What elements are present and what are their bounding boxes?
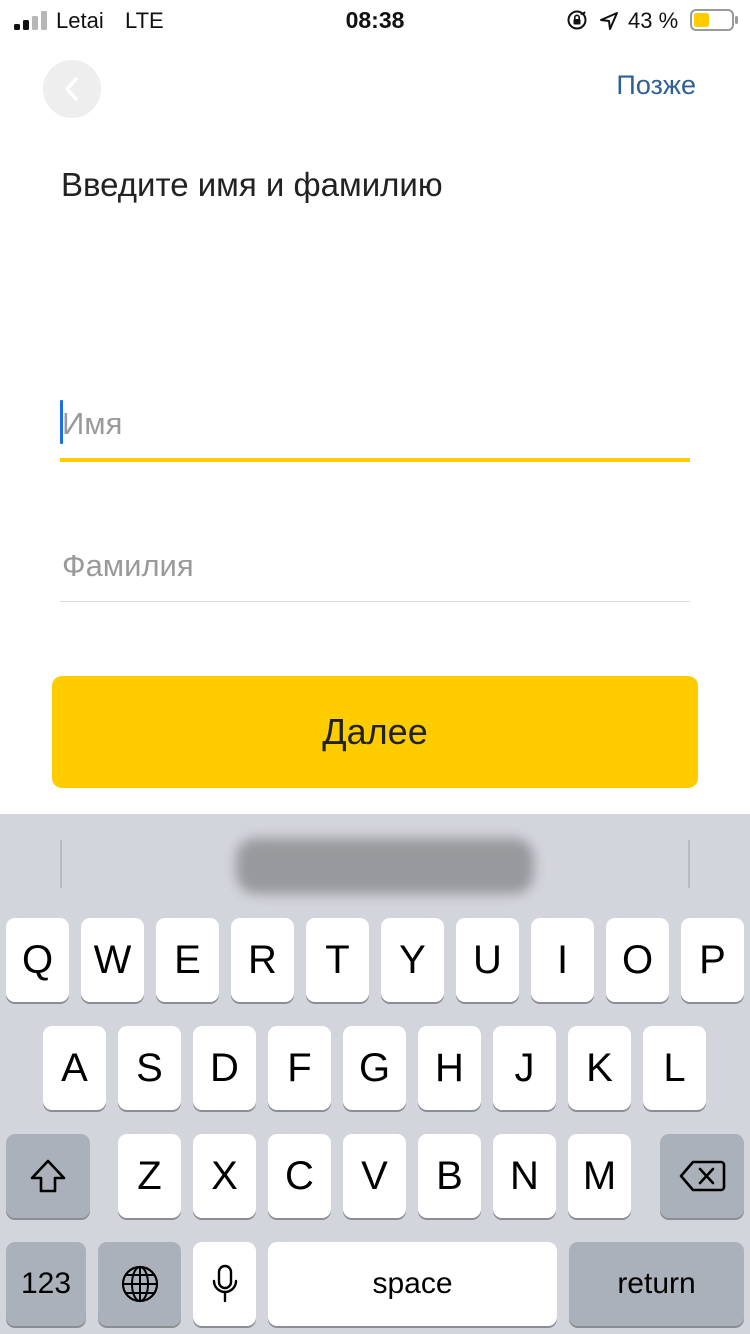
key-g[interactable]: G: [343, 1026, 406, 1110]
back-button[interactable]: [43, 60, 101, 118]
first-name-field-container: [60, 390, 690, 462]
later-button[interactable]: Позже: [616, 70, 696, 101]
key-t[interactable]: T: [306, 918, 369, 1002]
key-k[interactable]: K: [568, 1026, 631, 1110]
orientation-lock-icon: [567, 10, 587, 30]
shift-key[interactable]: [6, 1134, 90, 1218]
key-n[interactable]: N: [493, 1134, 556, 1218]
key-q[interactable]: Q: [6, 918, 69, 1002]
key-a[interactable]: A: [43, 1026, 106, 1110]
prediction-suggestion[interactable]: [236, 838, 534, 894]
location-arrow-icon: [600, 12, 618, 30]
key-z[interactable]: Z: [118, 1134, 181, 1218]
battery-icon: [690, 9, 738, 31]
key-j[interactable]: J: [493, 1026, 556, 1110]
key-x[interactable]: X: [193, 1134, 256, 1218]
first-name-input[interactable]: [60, 390, 690, 458]
dictation-key[interactable]: [193, 1242, 256, 1326]
globe-icon: [121, 1265, 158, 1303]
numbers-key[interactable]: 123: [6, 1242, 86, 1326]
battery-percentage: 43 %: [628, 8, 679, 33]
prediction-bar: [0, 814, 750, 910]
key-c[interactable]: C: [268, 1134, 331, 1218]
return-key[interactable]: return: [569, 1242, 744, 1326]
key-u[interactable]: U: [456, 918, 519, 1002]
key-v[interactable]: V: [343, 1134, 406, 1218]
key-r[interactable]: R: [231, 918, 294, 1002]
key-b[interactable]: B: [418, 1134, 481, 1218]
key-i[interactable]: I: [531, 918, 594, 1002]
key-h[interactable]: H: [418, 1026, 481, 1110]
key-d[interactable]: D: [193, 1026, 256, 1110]
key-l[interactable]: L: [643, 1026, 706, 1110]
key-y[interactable]: Y: [381, 918, 444, 1002]
globe-key[interactable]: [98, 1242, 181, 1326]
backspace-key[interactable]: [660, 1134, 744, 1218]
last-name-input[interactable]: [60, 530, 690, 601]
key-p[interactable]: P: [681, 918, 744, 1002]
status-bar: Letai LTE 08:38 43 %: [0, 0, 750, 40]
text-cursor: [60, 400, 63, 444]
prediction-divider: [688, 840, 690, 888]
last-name-field-container: [60, 530, 690, 602]
key-e[interactable]: E: [156, 918, 219, 1002]
backspace-icon: [679, 1160, 726, 1192]
shift-icon: [30, 1159, 66, 1193]
microphone-icon: [212, 1264, 237, 1303]
keyboard: Q W E R T Y U I O P A S D F G H J K L Z …: [0, 814, 750, 1334]
chevron-left-icon: [65, 77, 78, 101]
key-m[interactable]: M: [568, 1134, 631, 1218]
key-f[interactable]: F: [268, 1026, 331, 1110]
key-w[interactable]: W: [81, 918, 144, 1002]
next-button[interactable]: Далее: [52, 676, 698, 788]
prediction-divider: [60, 840, 62, 888]
space-key[interactable]: space: [268, 1242, 557, 1326]
key-s[interactable]: S: [118, 1026, 181, 1110]
key-o[interactable]: O: [606, 918, 669, 1002]
page-title: Введите имя и фамилию: [61, 166, 443, 203]
